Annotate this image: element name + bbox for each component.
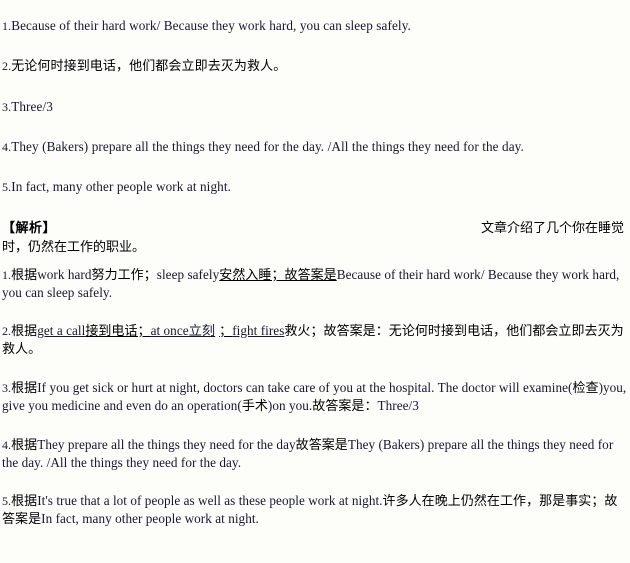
explanation-lead: 根据 [11, 494, 38, 509]
answer-text: 无论何时接到电话，他们都会立即去灭为救人。 [11, 59, 287, 74]
explanation-gloss: 努力工作； [91, 268, 157, 283]
explanation-number: 2. [2, 324, 12, 338]
answer-number: 5. [2, 180, 12, 194]
explanation-answer: In fact, many other people work at night… [41, 510, 259, 526]
explanation-gloss: 检查 [572, 381, 599, 396]
explanation-section: 1.根据work hard努力工作；sleep safely安然入睡；故答案是B… [2, 267, 628, 528]
explanation-phrase: sleep safely [156, 267, 220, 282]
explanation-lead: 根据 [11, 268, 38, 283]
explanation-lead: 根据 [11, 381, 38, 396]
explanation-phrase-underlined: fight fires [232, 323, 285, 338]
answer-line: 5.In fact, many other people work at nig… [2, 179, 628, 195]
explanation-item: 3.根据If you get sick or hurt at night, do… [2, 380, 628, 415]
answer-text: In fact, many other people work at night… [11, 179, 231, 194]
document-page: 1.Because of their hard work/ Because th… [0, 0, 630, 563]
explanation-tail: 故答案是： [312, 398, 378, 414]
explanation-quote: They prepare all the things they need fo… [37, 437, 296, 452]
answer-number: 2. [2, 59, 12, 73]
answer-line: 2.无论何时接到电话，他们都会立即去灭为救人。 [2, 58, 628, 75]
explanation-separator-underlined: ； [219, 324, 233, 339]
analysis-header: 【解析】 文章介绍了几个你在睡觉 时，仍然在工作的职业。 [2, 219, 628, 257]
explanation-gloss-underlined: 接到电话； [85, 324, 151, 339]
explanation-gloss-underlined: 安然入睡；故答案是 [219, 268, 337, 283]
explanation-number: 3. [2, 381, 12, 395]
answer-line: 4.They (Bakers) prepare all the things t… [2, 139, 628, 155]
explanation-quote: If you get sick or hurt at night, doctor… [37, 380, 573, 395]
explanation-number: 5. [2, 494, 12, 508]
analysis-summary-first-line: 文章介绍了几个你在睡觉 [480, 221, 624, 236]
explanation-quote: )on you. [267, 397, 313, 413]
answer-text: They (Bakers) prepare all the things the… [11, 139, 524, 154]
explanation-lead: 根据 [11, 324, 38, 339]
explanation-quote: It's true that a lot of people as well a… [37, 493, 383, 508]
analysis-summary-second-line: 时，仍然在工作的职业。 [2, 240, 146, 255]
answer-text: Three/3 [11, 99, 53, 114]
answer-number: 4. [2, 140, 12, 154]
analysis-label: 【解析】 [2, 221, 57, 236]
explanation-gloss: 手术 [241, 398, 268, 414]
explanation-answer: Three/3 [377, 397, 419, 413]
explanation-item: 5.根据It's true that a lot of people as we… [2, 493, 628, 528]
answer-number: 1. [2, 19, 12, 33]
explanation-item: 4.根据They prepare all the things they nee… [2, 437, 628, 471]
explanation-phrase: work hard [37, 267, 92, 282]
answer-line: 1.Because of their hard work/ Because th… [2, 18, 628, 34]
explanation-number: 4. [2, 438, 12, 452]
explanation-lead: 根据 [11, 438, 38, 453]
answer-number: 3. [2, 100, 12, 114]
answer-line: 3.Three/3 [2, 99, 628, 115]
explanation-item: 2.根据get a call接到电话；at once立刻 ；fight fires… [2, 323, 628, 358]
answer-key-section: 1.Because of their hard work/ Because th… [2, 0, 628, 195]
explanation-phrase-underlined: get a call [37, 323, 86, 338]
explanation-tail: 故答案是 [295, 438, 348, 453]
explanation-phrase-underlined: at once立刻 [150, 323, 216, 338]
explanation-number: 1. [2, 268, 12, 282]
analysis-header-row: 【解析】 文章介绍了几个你在睡觉 [2, 219, 628, 238]
answer-text: Because of their hard work/ Because they… [11, 18, 411, 33]
explanation-item: 1.根据work hard努力工作；sleep safely安然入睡；故答案是B… [2, 267, 628, 301]
